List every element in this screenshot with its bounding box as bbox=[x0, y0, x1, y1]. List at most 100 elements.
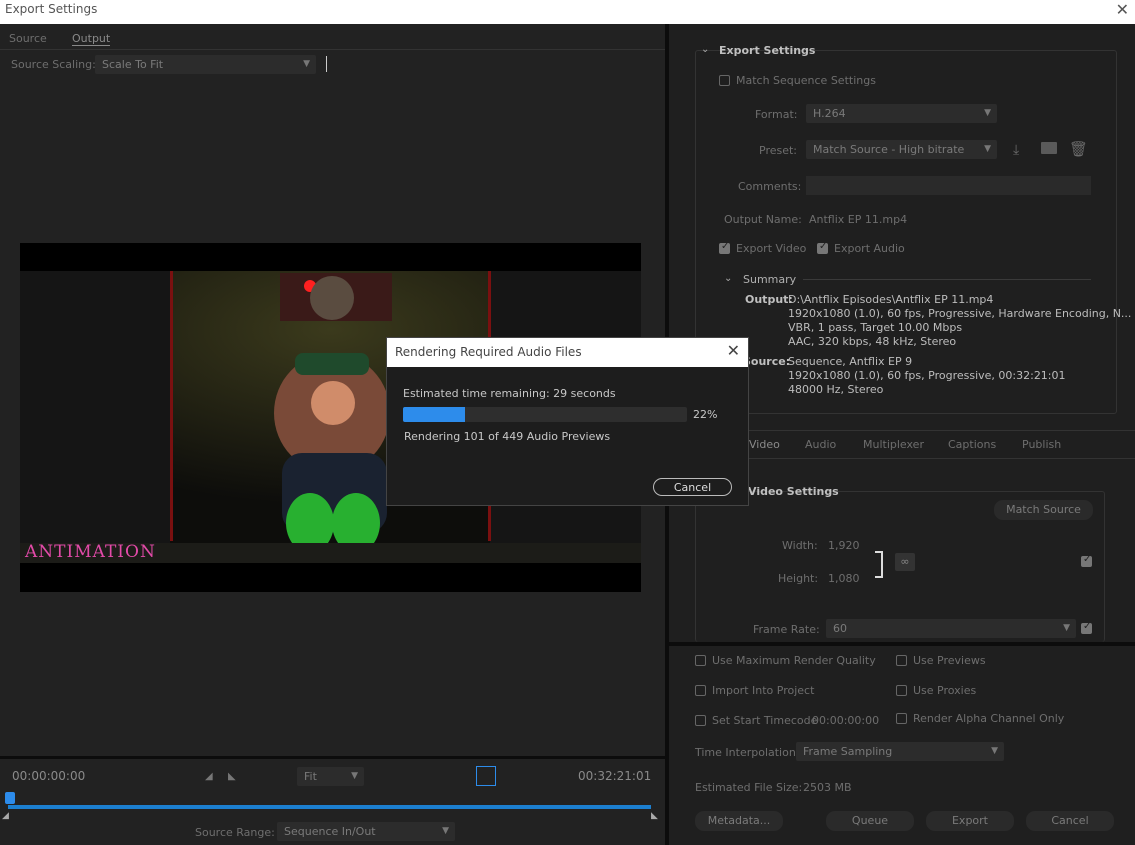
source-range-value: Sequence In/Out bbox=[284, 825, 376, 838]
timecode-end[interactable]: 00:32:21:01 bbox=[578, 769, 651, 783]
comments-label: Comments: bbox=[738, 180, 802, 193]
frame-rate-label: Frame Rate: bbox=[753, 623, 820, 636]
cursor-bar bbox=[326, 56, 327, 72]
max-render-label: Use Maximum Render Quality bbox=[712, 654, 876, 667]
tab-audio[interactable]: Audio bbox=[805, 438, 836, 451]
use-previews-checkbox[interactable] bbox=[896, 655, 907, 666]
summary-output-line: VBR, 1 pass, Target 10.00 Mbps bbox=[788, 321, 963, 334]
chevron-down-icon: ▼ bbox=[303, 59, 310, 69]
height-input[interactable]: 1,080 bbox=[828, 572, 860, 585]
summary-output-line: D:\Antflix Episodes\Antflix EP 11.mp4 bbox=[788, 293, 994, 306]
scaling-dropdown[interactable]: Scale To Fit ▼ bbox=[95, 55, 316, 74]
time-interp-value: Frame Sampling bbox=[803, 745, 893, 758]
summary-output-line: AAC, 320 kbps, 48 kHz, Stereo bbox=[788, 335, 957, 348]
set-start-tc-label: Set Start Timecode bbox=[712, 714, 818, 727]
scaling-value: Scale To Fit bbox=[102, 58, 164, 71]
chain-link-icon[interactable]: ∞ bbox=[895, 553, 915, 571]
frame-rate-checkbox[interactable] bbox=[1081, 621, 1092, 634]
close-icon[interactable]: ✕ bbox=[1116, 0, 1129, 19]
width-input[interactable]: 1,920 bbox=[828, 539, 860, 552]
playhead-icon[interactable] bbox=[5, 792, 15, 804]
dialog-cancel-button[interactable]: Cancel bbox=[653, 478, 732, 496]
tab-multiplexer[interactable]: Multiplexer bbox=[863, 438, 924, 451]
import-project-label: Import Into Project bbox=[712, 684, 815, 697]
comments-input[interactable] bbox=[806, 176, 1091, 195]
time-interp-dropdown[interactable]: Frame Sampling ▼ bbox=[796, 742, 1004, 761]
use-proxies-checkbox[interactable] bbox=[896, 685, 907, 696]
video-settings-title: Video Settings bbox=[748, 485, 839, 498]
mark-out-icon[interactable]: ◣ bbox=[228, 771, 236, 782]
close-icon[interactable]: ✕ bbox=[727, 341, 740, 360]
render-alpha-label: Render Alpha Channel Only bbox=[913, 712, 1065, 725]
timeline-bar[interactable] bbox=[8, 805, 651, 809]
rendering-dialog: Rendering Required Audio Files ✕ Estimat… bbox=[386, 337, 749, 506]
import-project-checkbox[interactable] bbox=[695, 685, 706, 696]
set-start-tc-checkbox[interactable] bbox=[695, 715, 706, 726]
cancel-button[interactable]: Cancel bbox=[1026, 811, 1114, 831]
tab-captions[interactable]: Captions bbox=[948, 438, 996, 451]
tab-publish[interactable]: Publish bbox=[1022, 438, 1061, 451]
output-name-link[interactable]: Antflix EP 11.mp4 bbox=[809, 213, 907, 226]
fit-dropdown[interactable]: Fit ▼ bbox=[297, 767, 364, 786]
timecode-start[interactable]: 00:00:00:00 bbox=[12, 769, 85, 783]
fit-value: Fit bbox=[304, 770, 317, 783]
progress-bar bbox=[403, 407, 687, 422]
divider bbox=[669, 642, 1135, 646]
frame-rate-dropdown[interactable]: 60 ▼ bbox=[826, 619, 1076, 638]
tab-source[interactable]: Source bbox=[9, 32, 47, 45]
dialog-title: Rendering Required Audio Files bbox=[395, 345, 582, 359]
file-size-label: Estimated File Size: bbox=[695, 781, 803, 794]
queue-button[interactable]: Queue bbox=[826, 811, 914, 831]
export-audio-checkbox[interactable] bbox=[817, 241, 828, 254]
start-tc-value[interactable]: 00:00:00:00 bbox=[812, 714, 879, 727]
tab-output[interactable]: Output bbox=[72, 32, 111, 46]
delete-preset-icon[interactable]: 🗑 bbox=[1069, 140, 1088, 158]
preset-dropdown[interactable]: Match Source - High bitrate ▼ bbox=[806, 140, 997, 159]
source-range-label: Source Range: bbox=[195, 826, 275, 839]
summary-source-line: 48000 Hz, Stereo bbox=[788, 383, 884, 396]
link-bracket bbox=[875, 551, 883, 578]
format-value: H.264 bbox=[813, 107, 846, 120]
summary-source-label: Source: bbox=[743, 355, 791, 368]
render-alpha-checkbox[interactable] bbox=[896, 713, 907, 724]
max-render-checkbox[interactable] bbox=[695, 655, 706, 666]
save-preset-icon[interactable]: ⤓ bbox=[1013, 142, 1019, 158]
match-sequence-checkbox[interactable] bbox=[719, 75, 730, 86]
safe-margins-icon[interactable] bbox=[476, 766, 496, 786]
import-preset-icon[interactable] bbox=[1041, 142, 1057, 154]
chevron-down-icon: ▼ bbox=[984, 144, 991, 154]
export-audio-label: Export Audio bbox=[834, 242, 905, 255]
chevron-down-icon[interactable]: ⌄ bbox=[724, 273, 732, 284]
export-button[interactable]: Export bbox=[926, 811, 1014, 831]
width-override-checkbox[interactable] bbox=[1081, 554, 1092, 567]
divider bbox=[0, 756, 665, 759]
chevron-down-icon[interactable]: ⌄ bbox=[701, 44, 709, 55]
mark-in-icon[interactable]: ◢ bbox=[205, 771, 213, 782]
use-proxies-label: Use Proxies bbox=[913, 684, 977, 697]
output-name-label: Output Name: bbox=[724, 213, 802, 226]
preset-label: Preset: bbox=[759, 144, 798, 157]
height-label: Height: bbox=[778, 572, 819, 585]
match-source-button[interactable]: Match Source bbox=[994, 500, 1093, 520]
progress-status: Rendering 101 of 449 Audio Previews bbox=[404, 430, 611, 443]
width-label: Width: bbox=[782, 539, 818, 552]
tab-video[interactable]: Video bbox=[749, 438, 780, 451]
divider bbox=[803, 279, 1091, 280]
source-range-dropdown[interactable]: Sequence In/Out ▼ bbox=[277, 822, 455, 841]
scaling-label: Source Scaling: bbox=[11, 58, 96, 71]
out-point-icon[interactable]: ◣ bbox=[651, 811, 658, 821]
format-label: Format: bbox=[755, 108, 798, 121]
chevron-down-icon: ▼ bbox=[984, 108, 991, 118]
file-size-value: 2503 MB bbox=[803, 781, 852, 794]
summary-output-label: Output: bbox=[745, 293, 793, 306]
format-dropdown[interactable]: H.264 ▼ bbox=[806, 104, 997, 123]
antimation-logo: ANTIMATION bbox=[25, 542, 156, 562]
chevron-down-icon: ▼ bbox=[991, 746, 998, 756]
in-point-icon[interactable]: ◢ bbox=[2, 811, 9, 821]
window-title: Export Settings bbox=[5, 2, 98, 16]
preset-value: Match Source - High bitrate bbox=[813, 143, 965, 156]
summary-output-line: 1920x1080 (1.0), 60 fps, Progressive, Ha… bbox=[788, 307, 1132, 320]
time-interp-label: Time Interpolation: bbox=[695, 746, 800, 759]
export-video-checkbox[interactable] bbox=[719, 241, 730, 254]
metadata-button[interactable]: Metadata... bbox=[695, 811, 783, 831]
